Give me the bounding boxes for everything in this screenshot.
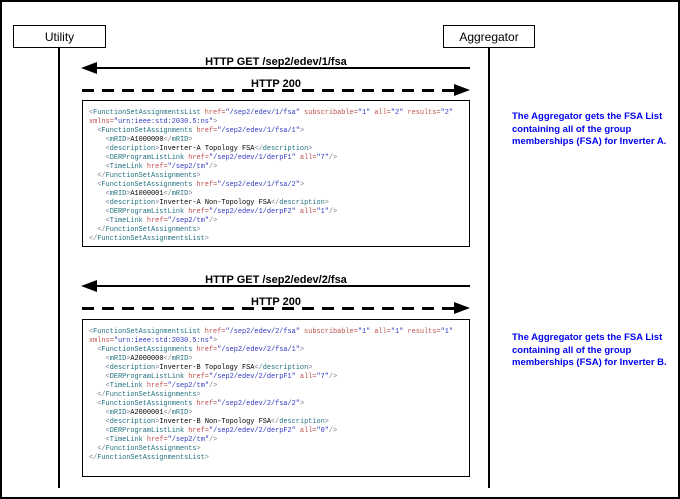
xml-code-block-2: <FunctionSetAssignmentsList href="/sep2/…: [82, 319, 470, 477]
response-arrowhead-right-icon: [454, 302, 470, 314]
actor-box-aggregator: Aggregator: [443, 25, 535, 48]
request-arrow-line-1: [95, 67, 470, 69]
actor-label-aggregator: Aggregator: [459, 30, 518, 44]
lifeline-utility: [58, 48, 60, 488]
xml-code-block-1: <FunctionSetAssignmentsList href="/sep2/…: [82, 100, 470, 247]
lifeline-aggregator: [488, 48, 490, 488]
response-arrowhead-right-icon: [454, 84, 470, 96]
note-inverter-a: The Aggregator gets the FSA List contain…: [512, 111, 680, 149]
response-arrow-line-1: [82, 89, 456, 92]
request-arrow-line-2: [95, 285, 470, 287]
request-arrowhead-left-icon: [81, 280, 97, 292]
sequence-diagram-canvas: Utility Aggregator HTTP GET /sep2/edev/1…: [0, 0, 680, 499]
actor-box-utility: Utility: [13, 25, 106, 48]
request-arrowhead-left-icon: [81, 62, 97, 74]
note-inverter-b: The Aggregator gets the FSA List contain…: [512, 332, 680, 370]
actor-label-utility: Utility: [45, 30, 74, 44]
response-arrow-line-2: [82, 307, 456, 310]
